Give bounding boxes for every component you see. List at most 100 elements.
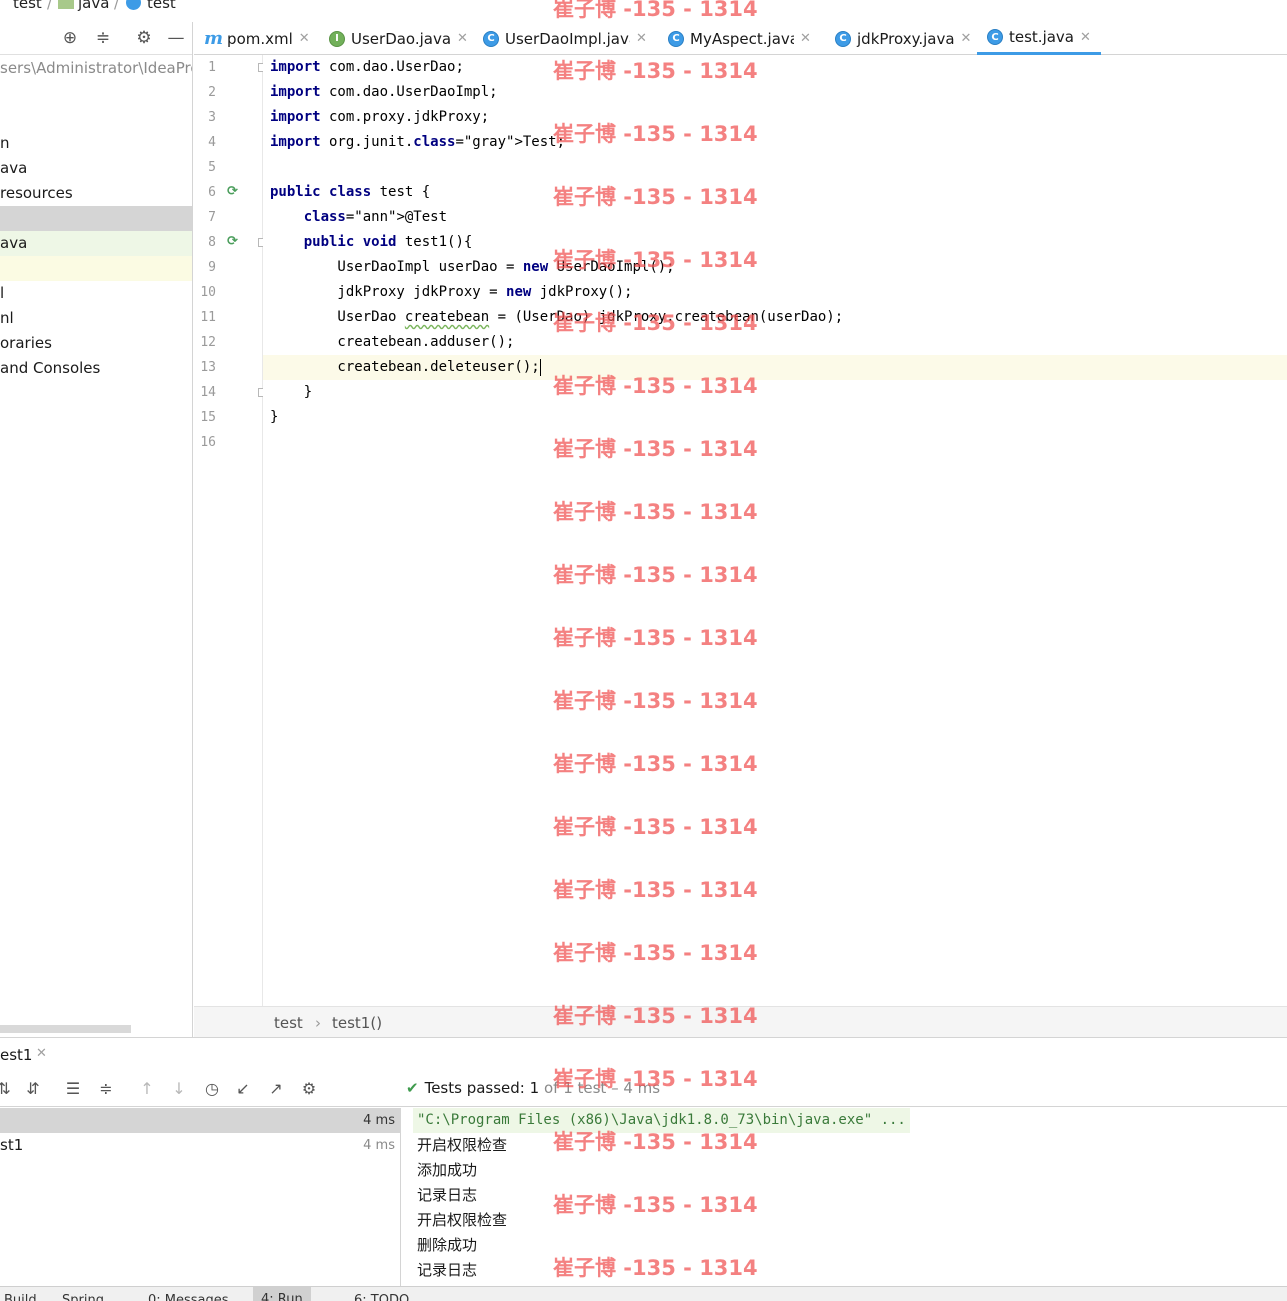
prev-fail-icon[interactable]: ↑ (137, 1078, 157, 1098)
sort-duration-icon[interactable]: ⇵ (23, 1078, 43, 1098)
line-number: 12 (200, 335, 216, 350)
console-output-line: 开启权限检查 (417, 1211, 508, 1229)
next-fail-icon[interactable]: ↓ (169, 1078, 189, 1098)
close-icon[interactable]: ✕ (457, 31, 468, 46)
code-line[interactable]: jdkProxy jdkProxy = new jdkProxy(); (263, 280, 1287, 305)
code-line[interactable]: class="ann">@Test (263, 205, 1287, 230)
minimize-icon[interactable]: — (166, 28, 186, 48)
test-method-label: st1 (0, 1136, 24, 1154)
project-tree-row[interactable] (0, 256, 192, 281)
class-icon (126, 0, 141, 10)
project-tree-row[interactable]: sers\Administrator\IdeaPro (0, 56, 192, 81)
breadcrumb-method[interactable]: test1() (332, 1014, 382, 1032)
tab-test-java[interactable]: Ctest.java ✕ (977, 22, 1101, 55)
project-tree-row[interactable]: l (0, 281, 192, 306)
gear-icon[interactable]: ⚙ (134, 28, 154, 48)
import-icon[interactable]: ↙ (233, 1078, 253, 1098)
code-line[interactable]: createbean.deleteuser(); (263, 355, 1287, 380)
horizontal-scrollbar[interactable] (0, 1025, 131, 1033)
project-tree-row[interactable] (0, 106, 192, 131)
console-command-line: "C:\Program Files (x86)\Java\jdk1.8.0_73… (413, 1108, 910, 1133)
project-tree-row[interactable]: oraries (0, 331, 192, 356)
run-tool-button[interactable]: 4: Run (253, 1287, 311, 1301)
project-tree-row[interactable] (0, 81, 192, 106)
breadcrumb-item-module[interactable]: test (13, 0, 42, 12)
breadcrumb-separator: › (315, 1014, 321, 1032)
close-icon[interactable]: ✕ (299, 31, 310, 46)
sort-alpha-icon[interactable]: ⇅ (0, 1078, 14, 1098)
close-icon[interactable]: ✕ (636, 31, 647, 46)
run-tool-window-header: est1 ✕ (0, 1037, 1287, 1069)
code-line[interactable]: import org.junit.class="gray">Test; (263, 130, 1287, 155)
project-tree-row[interactable]: ava (0, 231, 192, 256)
project-tree-row[interactable]: and Consoles (0, 356, 192, 381)
console-output-line: 记录日志 (417, 1261, 478, 1279)
test-root-row[interactable]: 4 ms (0, 1108, 401, 1133)
export-icon[interactable]: ↗ (266, 1078, 286, 1098)
project-tree-row[interactable]: ava (0, 156, 192, 181)
project-toolbar: ⊕ ≑ ⚙ — (0, 22, 192, 55)
code-line[interactable]: public void test1(){ (263, 230, 1287, 255)
close-icon[interactable]: ✕ (36, 1046, 47, 1061)
folder-icon (58, 0, 74, 9)
breadcrumb-separator: / (47, 0, 53, 12)
tab-userdaoimpl-java[interactable]: C UserDaoImpl.java ✕ (483, 22, 647, 55)
test-duration: 4 ms (363, 1138, 395, 1153)
line-number: 7 (208, 210, 216, 225)
project-tree-row[interactable]: resources (0, 181, 192, 206)
code-line[interactable]: import com.dao.UserDao; (263, 55, 1287, 80)
tab-userdao-java[interactable]: I UserDao.java ✕ (329, 22, 468, 55)
run-test-gutter-icon[interactable]: ⟳ (227, 235, 241, 249)
build-tool-button[interactable]: Build (4, 1293, 37, 1301)
code-line[interactable]: } (263, 405, 1287, 430)
line-number: 10 (200, 285, 216, 300)
line-number: 15 (200, 410, 216, 425)
code-line[interactable]: createbean.adduser(); (263, 330, 1287, 355)
todo-tool-button[interactable]: 6: TODO (354, 1293, 409, 1301)
class-icon: C (835, 30, 851, 47)
tab-jdkproxy-java[interactable]: CjdkProxy.java ✕ (835, 22, 971, 55)
run-test-gutter-icon[interactable]: ⟳ (227, 185, 241, 199)
collapse-all-icon[interactable]: ≑ (93, 28, 113, 48)
class-icon: C (668, 30, 684, 47)
console-output[interactable]: "C:\Program Files (x86)\Java\jdk1.8.0_73… (402, 1108, 1287, 1286)
test-method-row[interactable]: st1 4 ms (0, 1133, 401, 1158)
code-line[interactable] (263, 430, 1287, 455)
code-line[interactable]: public class test { (263, 180, 1287, 205)
expand-all-icon[interactable]: ☰ (63, 1078, 83, 1098)
tab-pom-xml[interactable]: m pom.xml ✕ (204, 22, 310, 55)
code-line[interactable]: UserDaoImpl userDao = new UserDaoImpl(); (263, 255, 1287, 280)
close-icon[interactable]: ✕ (800, 31, 811, 46)
breadcrumb-class[interactable]: test (274, 1014, 303, 1032)
project-tree-row[interactable]: nl (0, 306, 192, 331)
breadcrumb-item-class[interactable]: test (126, 0, 176, 12)
line-number: 1 (208, 60, 216, 75)
navigation-breadcrumb: test / java / test (0, 0, 1287, 12)
tool-window-bar: Build Spring 0: Messages 4: Run 6: TODO (0, 1286, 1287, 1301)
test-class-icon: C (987, 29, 1003, 45)
spring-tool-button[interactable]: Spring (62, 1293, 104, 1301)
code-editor[interactable]: import com.dao.UserDao; import com.dao.Us… (263, 55, 1287, 1006)
code-line[interactable]: UserDao createbean = (UserDao) jdkProxy.… (263, 305, 1287, 330)
breadcrumb-item-folder[interactable]: java (58, 0, 109, 12)
locate-icon[interactable]: ⊕ (60, 28, 80, 48)
line-number: 11 (200, 310, 216, 325)
close-icon[interactable]: ✕ (1080, 30, 1091, 45)
test-results-tree: 4 ms st1 4 ms (0, 1108, 401, 1286)
project-tree-row[interactable] (0, 206, 192, 231)
gear-icon[interactable]: ⚙ (299, 1078, 319, 1098)
tab-myaspect-java[interactable]: C MyAspect.java ✕ (668, 22, 811, 55)
code-line[interactable]: import com.proxy.jdkProxy; (263, 105, 1287, 130)
close-icon[interactable]: ✕ (961, 31, 972, 46)
code-line[interactable]: } (263, 380, 1287, 405)
collapse-all-icon[interactable]: ≑ (96, 1078, 116, 1098)
text-caret (539, 358, 541, 376)
history-icon[interactable]: ◷ (202, 1078, 222, 1098)
code-line[interactable]: import com.dao.UserDaoImpl; (263, 80, 1287, 105)
test-duration: 4 ms (363, 1113, 395, 1128)
code-line[interactable] (263, 155, 1287, 180)
line-number: 14 (200, 385, 216, 400)
run-tab-label[interactable]: est1 (0, 1046, 32, 1064)
project-tree-row[interactable]: n (0, 131, 192, 156)
messages-tool-button[interactable]: 0: Messages (148, 1293, 229, 1301)
